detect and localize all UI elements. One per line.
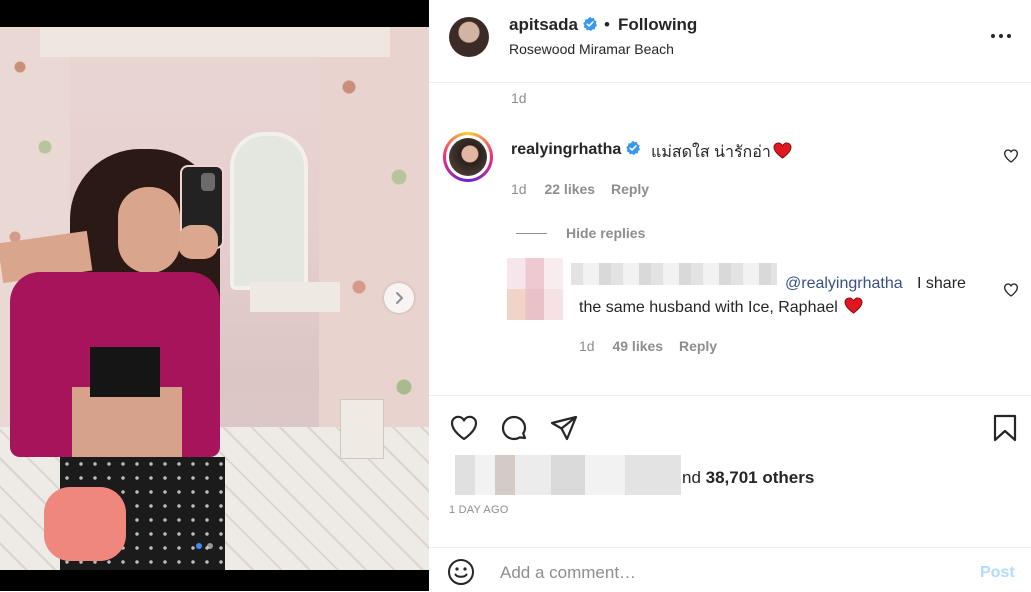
comment-likes[interactable]: 22 likes	[544, 181, 595, 197]
comment-time[interactable]: 1d	[511, 181, 527, 197]
likes-count[interactable]: 38,701 others	[706, 468, 815, 487]
carousel-dots	[196, 543, 213, 549]
comment-avatar[interactable]	[443, 132, 493, 182]
comment-meta: 1d 22 likes Reply	[511, 181, 649, 197]
reply-avatar-blurred[interactable]	[507, 258, 563, 320]
comment-text: แม่สดใส น่ารักอ่า	[651, 140, 792, 165]
avatar	[449, 138, 487, 176]
add-comment-bar: Post	[429, 547, 1031, 592]
vanity-counter	[250, 282, 340, 312]
red-heart-emoji-icon	[773, 142, 792, 159]
reply-time[interactable]: 1d	[579, 338, 595, 354]
liked-by-avatars-blurred[interactable]	[455, 455, 681, 495]
comment-like-heart-icon[interactable]	[1003, 148, 1019, 164]
following-button[interactable]: Following	[618, 15, 697, 35]
post-media-pane	[0, 0, 429, 591]
comments-section[interactable]: 1d realyingrhatha แม่สดใส น่ารักอ่า 1d 2…	[429, 83, 1031, 396]
carousel-next-button[interactable]	[384, 283, 414, 313]
hide-replies-button[interactable]: Hide replies	[566, 225, 645, 241]
likes-summary[interactable]: nd 38,701 others	[682, 468, 814, 488]
black-crop-top	[90, 347, 160, 397]
posted-timestamp[interactable]: 1 DAY AGO	[449, 504, 508, 516]
person-torso	[72, 387, 182, 467]
ceiling-trim	[40, 27, 390, 57]
dot-separator: •	[604, 15, 610, 34]
red-heart-emoji-icon	[844, 297, 863, 314]
bookmark-icon[interactable]	[990, 413, 1020, 443]
comment-username[interactable]: realyingrhatha	[511, 140, 641, 159]
carousel-dot	[207, 543, 213, 549]
avatar-ring-gap	[446, 135, 490, 179]
post-comment-button[interactable]: Post	[980, 564, 1015, 582]
reply-meta: 1d 49 likes Reply	[579, 338, 717, 354]
reply-mention-link[interactable]: @realyingrhatha	[785, 275, 903, 293]
reply-text-line1: I share	[917, 275, 966, 292]
post-photo[interactable]	[0, 27, 429, 570]
reply-username-blurred[interactable]	[571, 263, 777, 285]
avatar[interactable]	[449, 17, 489, 57]
carousel-dot-active	[196, 543, 202, 549]
person-face	[118, 187, 180, 273]
post-username[interactable]: apitsada	[509, 15, 598, 35]
post-location[interactable]: Rosewood Miramar Beach	[509, 41, 674, 57]
heart-outline-icon[interactable]	[449, 413, 479, 443]
person-hand	[178, 225, 218, 259]
comment-bubble-icon[interactable]	[499, 413, 529, 443]
vanity-mirror	[230, 132, 308, 290]
reply-likes[interactable]: 49 likes	[612, 338, 663, 354]
verified-badge-icon	[583, 16, 597, 31]
waste-bin	[340, 399, 384, 459]
post-header: apitsada • Following Rosewood Miramar Be…	[429, 0, 1031, 83]
reply-button[interactable]: Reply	[679, 338, 717, 354]
reply-like-heart-icon[interactable]	[1003, 282, 1019, 298]
verified-badge-icon	[626, 140, 641, 155]
smiley-icon[interactable]	[447, 558, 475, 586]
comment-input[interactable]	[498, 560, 962, 586]
pink-handbag	[44, 487, 126, 561]
reply-button[interactable]: Reply	[611, 181, 649, 197]
paper-plane-icon[interactable]	[549, 413, 579, 443]
hide-replies-line	[516, 233, 547, 234]
post-actions: nd 38,701 others 1 DAY AGO	[429, 396, 1031, 546]
more-horizontal-icon[interactable]	[989, 26, 1013, 46]
caption-time[interactable]: 1d	[511, 90, 527, 106]
phone-camera	[201, 173, 215, 191]
reply-text-line2: the same husband with Ice, Raphael	[579, 297, 863, 317]
chevron-right-icon	[396, 292, 403, 304]
